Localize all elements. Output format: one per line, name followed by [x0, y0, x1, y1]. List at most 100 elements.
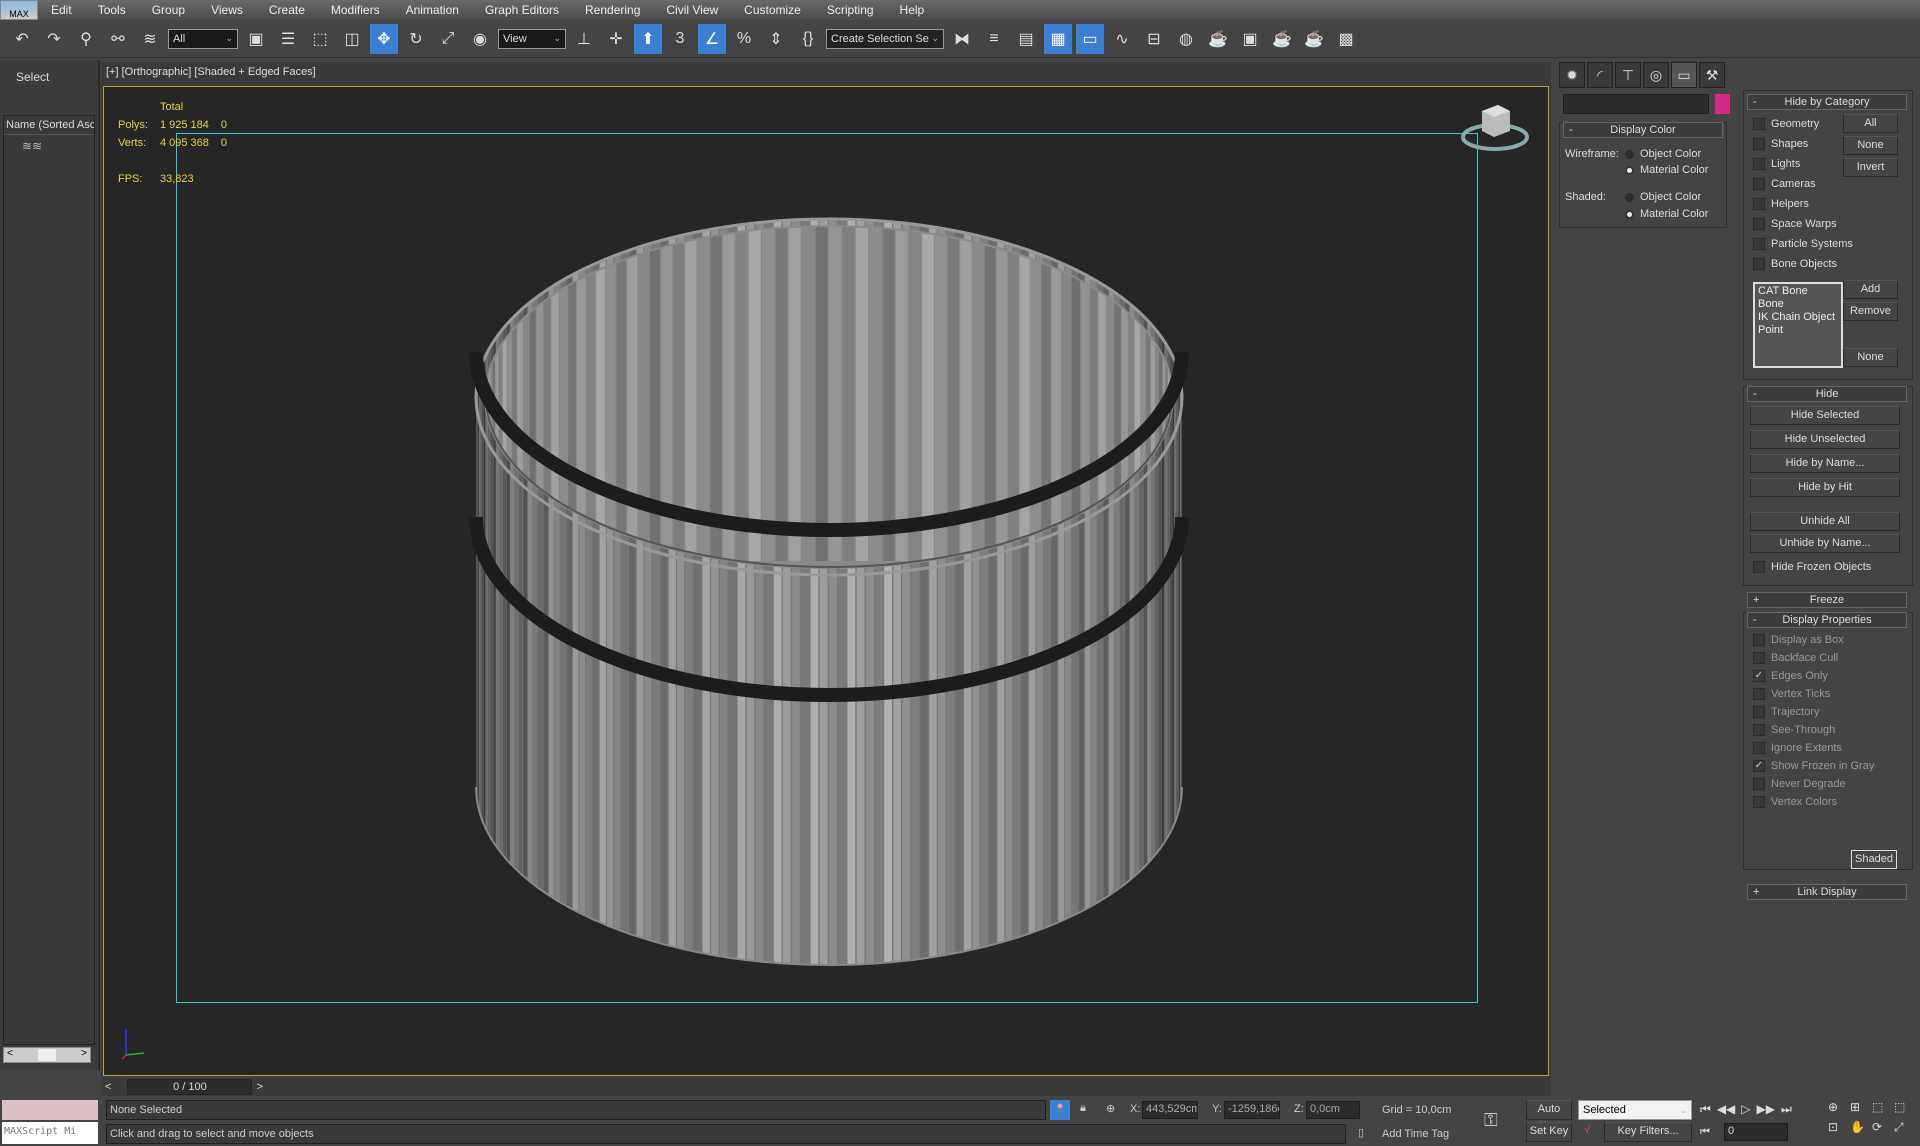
key-mode-toggle-icon[interactable]: ⏮: [1700, 1126, 1710, 1139]
zoom-extents-icon[interactable]: ⬚: [1872, 1100, 1894, 1114]
pan-view-icon[interactable]: ✋: [1850, 1120, 1872, 1135]
field-of-view-icon[interactable]: ⊡: [1828, 1120, 1850, 1135]
menu-civil-view[interactable]: Civil View: [653, 3, 731, 17]
motion-icon[interactable]: ◎: [1643, 62, 1669, 88]
redo-icon[interactable]: ↷: [40, 24, 68, 54]
rendered-frame-icon[interactable]: ▣: [1236, 24, 1264, 54]
render-production-icon[interactable]: ☕: [1268, 24, 1296, 54]
utilities-icon[interactable]: ⚒: [1699, 62, 1725, 88]
toggle-ribbon-icon[interactable]: ▭: [1076, 23, 1104, 54]
hide-selected-button[interactable]: Hide Selected: [1750, 406, 1900, 425]
mirror-icon[interactable]: ⧓: [948, 24, 976, 54]
show-frozen-in-gray-checkbox[interactable]: ✓ Show Frozen in Gray: [1753, 760, 1874, 772]
checkbox-box[interactable]: [1753, 706, 1765, 718]
checkbox-box[interactable]: [1753, 118, 1765, 130]
unhide-all-button[interactable]: Unhide All: [1750, 512, 1900, 531]
list-none-button[interactable]: None: [1843, 348, 1898, 367]
display-color-header[interactable]: - Display Color: [1563, 122, 1723, 138]
menu-modifiers[interactable]: Modifiers: [318, 3, 393, 17]
manipulate-icon[interactable]: ✛: [602, 24, 630, 54]
edit-named-sets-icon[interactable]: {}: [794, 24, 822, 54]
key-mode-dropdown[interactable]: Selected ⌄: [1578, 1100, 1692, 1120]
menu-scripting[interactable]: Scripting: [814, 3, 887, 17]
go-to-start-icon[interactable]: ⏮: [1700, 1102, 1711, 1117]
previous-frame-icon[interactable]: ◀◀: [1717, 1102, 1735, 1117]
bone-category-list-item[interactable]: Point: [1758, 324, 1838, 337]
keyboard-shortcut-icon[interactable]: ⬆: [634, 23, 662, 54]
align-icon[interactable]: ≡: [980, 24, 1008, 54]
next-frame-button[interactable]: >: [256, 1081, 262, 1093]
default-tangent-icon[interactable]: √: [1584, 1124, 1590, 1136]
display-as-box-checkbox[interactable]: Display as Box: [1753, 634, 1844, 646]
category-lights-checkbox[interactable]: Lights: [1753, 158, 1800, 170]
remove-category-button[interactable]: Remove: [1843, 302, 1898, 321]
checkbox-box[interactable]: [1753, 218, 1765, 230]
checkbox-box[interactable]: [1753, 652, 1765, 664]
bone-category-list[interactable]: CAT Bone Bone IK Chain Object Point: [1753, 282, 1843, 368]
wireframe-material-color-radio[interactable]: Material Color: [1625, 164, 1708, 176]
menu-edit[interactable]: Edit: [38, 3, 85, 17]
layers-icon[interactable]: ≋≋: [4, 135, 94, 157]
time-slider[interactable]: 0 / 100: [127, 1079, 253, 1095]
current-frame-field[interactable]: 0: [1724, 1123, 1788, 1141]
scroll-left-icon[interactable]: <: [7, 1048, 13, 1062]
checkbox-box[interactable]: [1753, 634, 1765, 646]
render-setup-icon[interactable]: ☕: [1204, 24, 1232, 54]
maxscript-listener-output[interactable]: [2, 1100, 98, 1120]
select-by-name-icon[interactable]: ☰: [274, 24, 302, 54]
key-filters-button[interactable]: Key Filters...: [1604, 1122, 1692, 1142]
never-degrade-checkbox[interactable]: Never Degrade: [1753, 778, 1846, 790]
select-move-icon[interactable]: ✥: [370, 23, 398, 54]
set-key-button[interactable]: Set Key: [1526, 1122, 1572, 1142]
ignore-extents-checkbox[interactable]: Ignore Extents: [1753, 742, 1842, 754]
menu-animation[interactable]: Animation: [393, 3, 472, 17]
viewport-label-menu[interactable]: [+] [Orthographic] [Shaded + Edged Faces…: [106, 66, 316, 78]
category-bone-objects-checkbox[interactable]: Bone Objects: [1753, 258, 1837, 270]
menu-views[interactable]: Views: [198, 3, 256, 17]
category-space-warps-checkbox[interactable]: Space Warps: [1753, 218, 1837, 230]
checkbox-box[interactable]: [1753, 778, 1765, 790]
checkbox-box[interactable]: [1753, 796, 1765, 808]
checkbox-box[interactable]: [1753, 198, 1765, 210]
isolate-selection-icon[interactable]: ●: [1050, 1100, 1070, 1120]
object-name-field[interactable]: [1563, 94, 1709, 114]
category-cameras-checkbox[interactable]: Cameras: [1753, 178, 1816, 190]
z-coordinate-field[interactable]: 0,0cm: [1306, 1101, 1360, 1119]
zoom-icon[interactable]: ⊕: [1828, 1100, 1850, 1114]
snap-3d-icon[interactable]: 3: [666, 24, 694, 54]
menu-help[interactable]: Help: [887, 3, 938, 17]
scene-explorer-list[interactable]: Name (Sorted Asc ≋≋: [3, 115, 95, 1045]
render-iterative-icon[interactable]: ☕: [1300, 24, 1328, 54]
hide-header[interactable]: - Hide: [1747, 386, 1907, 402]
vertex-colors-shaded-button[interactable]: Shaded: [1851, 850, 1897, 869]
reference-coord-dropdown[interactable]: View ⌄: [498, 28, 566, 49]
wireframe-object-color-radio[interactable]: Object Color: [1625, 148, 1701, 160]
viewcube-icon[interactable]: [1460, 97, 1530, 157]
checkbox-box[interactable]: [1753, 742, 1765, 754]
rotate-icon[interactable]: ↻: [402, 24, 430, 54]
unlink-icon[interactable]: ⚯: [104, 24, 132, 54]
hide-category-invert-button[interactable]: Invert: [1843, 158, 1898, 177]
menu-rendering[interactable]: Rendering: [572, 3, 653, 17]
bone-category-list-item[interactable]: Bone: [1758, 298, 1838, 311]
rectangle-selection-icon[interactable]: ⬚: [306, 24, 334, 54]
hide-by-category-header[interactable]: - Hide by Category: [1747, 94, 1907, 110]
select-object-icon[interactable]: ▣: [242, 24, 270, 54]
absolute-mode-icon[interactable]: ⊕: [1106, 1102, 1115, 1115]
freeze-header[interactable]: + Freeze: [1747, 592, 1907, 608]
add-time-tag-button[interactable]: Add Time Tag: [1382, 1128, 1449, 1140]
zoom-all-icon[interactable]: ⊞: [1850, 1100, 1872, 1114]
category-helpers-checkbox[interactable]: Helpers: [1753, 198, 1809, 210]
pivot-icon[interactable]: ⊥: [570, 24, 598, 54]
display-icon[interactable]: ▭: [1671, 62, 1697, 88]
y-coordinate-field[interactable]: -1259,186c: [1224, 1101, 1280, 1119]
create-icon[interactable]: ✹: [1559, 62, 1585, 88]
window-crossing-icon[interactable]: ◫: [338, 24, 366, 54]
menu-group[interactable]: Group: [139, 3, 198, 17]
name-column-header[interactable]: Name (Sorted Asc: [4, 116, 94, 135]
named-selection-set-dropdown[interactable]: Create Selection Se ⌄: [826, 28, 944, 49]
schematic-view-icon[interactable]: ⊟: [1140, 24, 1168, 54]
orthographic-viewport[interactable]: Total Polys: 1 925 184 0 Verts: 4 095 368 0 …: [103, 86, 1549, 1076]
set-key-mode-key-icon[interactable]: ⚿: [1484, 1110, 1498, 1131]
angle-snap-icon[interactable]: ∠: [698, 23, 726, 54]
